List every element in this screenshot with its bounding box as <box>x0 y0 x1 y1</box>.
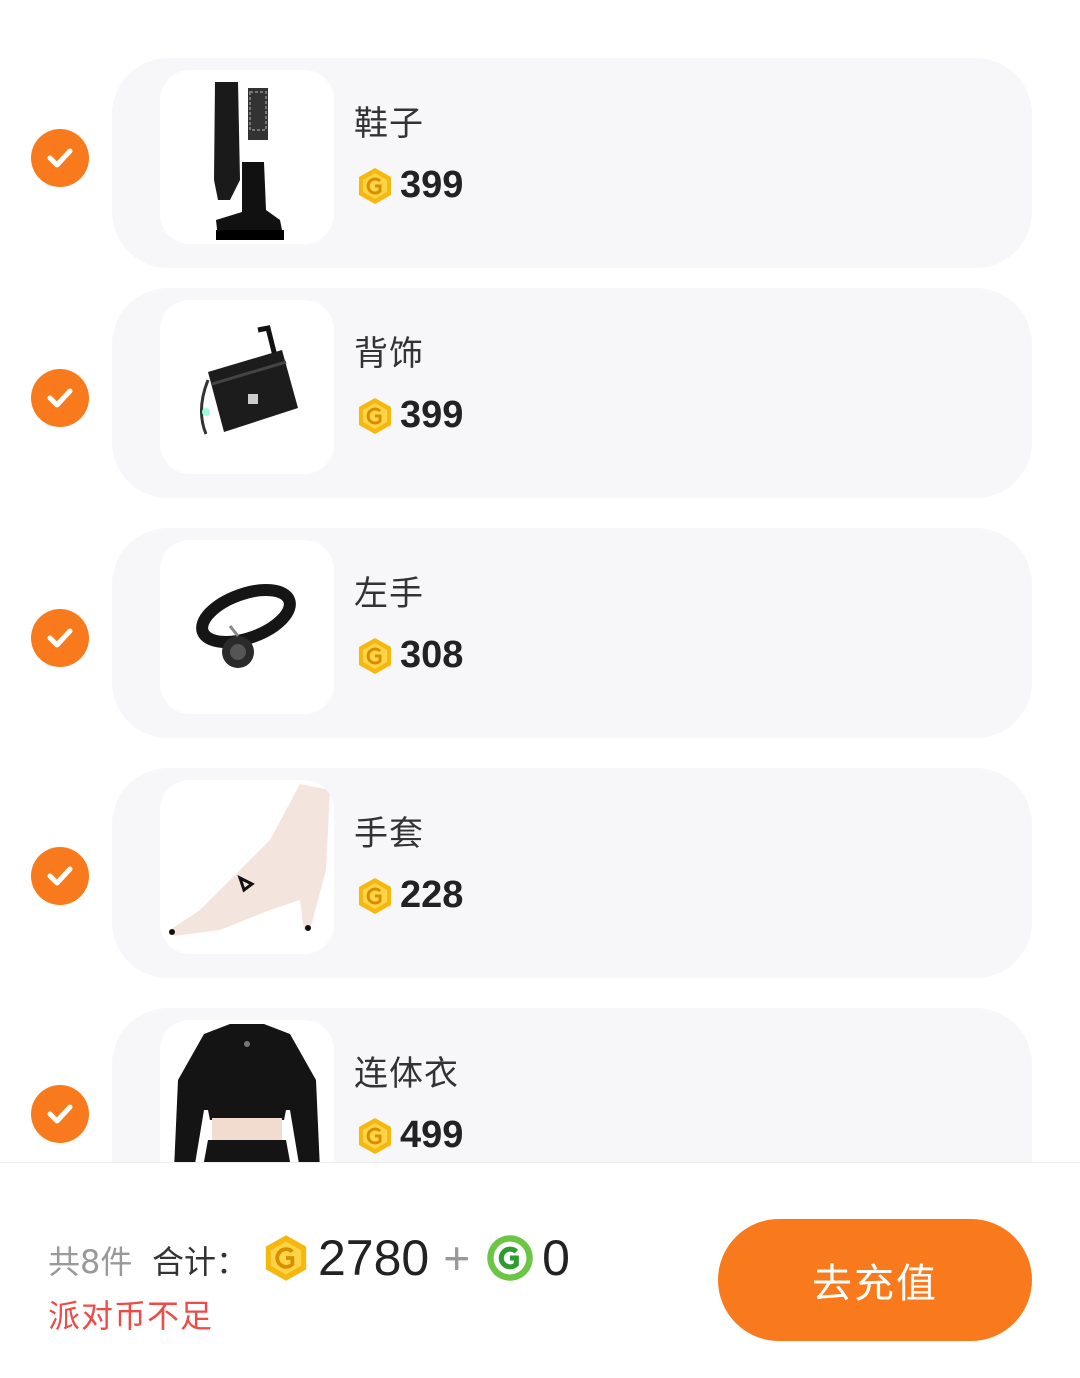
item-price: 228 <box>356 874 463 917</box>
item-card[interactable]: 连体衣 499 <box>112 1008 1032 1162</box>
cart-item-list[interactable]: 鞋子 399 背饰 399 左手 308 手套 228 连体衣 499 <box>0 0 1080 1162</box>
item-count: 共8件 <box>48 1243 133 1281</box>
gold-coin-icon <box>359 167 391 204</box>
total-label: 合计： <box>152 1243 249 1281</box>
item-name: 连体衣 <box>354 1054 459 1094</box>
glove-image <box>160 780 334 954</box>
check-icon <box>47 866 73 886</box>
green-coin-icon <box>487 1235 533 1281</box>
list-item: 手套 228 <box>0 768 1080 988</box>
item-price: 499 <box>356 1114 463 1157</box>
item-checkbox[interactable] <box>31 129 89 187</box>
bag-image <box>160 300 334 474</box>
bracelet-image <box>160 540 334 714</box>
list-item: 连体衣 499 <box>0 1008 1080 1162</box>
gold-coin-icon <box>359 1117 391 1154</box>
check-icon <box>47 1104 73 1124</box>
gold-total: 2780 <box>318 1230 430 1286</box>
plus-sign: + <box>443 1232 471 1284</box>
item-price: 399 <box>356 164 463 207</box>
price-value: 228 <box>400 874 464 916</box>
item-checkbox[interactable] <box>31 1085 89 1143</box>
item-card[interactable]: 左手 308 <box>112 528 1032 738</box>
check-icon <box>47 388 73 408</box>
boots-image <box>160 70 334 244</box>
item-name: 背饰 <box>354 334 424 374</box>
item-checkbox[interactable] <box>31 369 89 427</box>
insufficient-balance-warning: 派对币不足 <box>48 1297 214 1335</box>
price-value: 399 <box>400 394 464 436</box>
recharge-button[interactable]: 去充值 <box>718 1219 1032 1341</box>
item-card[interactable]: 背饰 399 <box>112 288 1032 498</box>
check-icon <box>47 628 73 648</box>
price-value: 499 <box>400 1114 464 1156</box>
check-icon <box>47 148 73 168</box>
item-name: 手套 <box>354 814 424 854</box>
price-value: 399 <box>400 164 464 206</box>
price-value: 308 <box>400 634 464 676</box>
item-price: 308 <box>356 634 463 677</box>
gold-coin-icon <box>265 1235 307 1281</box>
gold-coin-icon <box>359 397 391 434</box>
item-price: 399 <box>356 394 463 437</box>
list-item: 背饰 399 <box>0 288 1080 508</box>
green-total: 0 <box>542 1230 570 1286</box>
item-name: 鞋子 <box>354 104 424 144</box>
checkout-footer: 共8件 合计： 2780 + 0 派对币不足 去充值 <box>0 1162 1080 1378</box>
total-amount: 2780 + 0 <box>262 1229 570 1287</box>
item-checkbox[interactable] <box>31 609 89 667</box>
item-checkbox[interactable] <box>31 847 89 905</box>
gold-coin-icon <box>359 637 391 674</box>
gold-coin-icon <box>359 877 391 914</box>
list-item: 左手 308 <box>0 528 1080 748</box>
list-item: 鞋子 399 <box>0 58 1080 268</box>
item-card[interactable]: 手套 228 <box>112 768 1032 978</box>
item-name: 左手 <box>354 574 424 614</box>
item-card[interactable]: 鞋子 399 <box>112 58 1032 268</box>
jumpsuit-image <box>160 1020 334 1162</box>
